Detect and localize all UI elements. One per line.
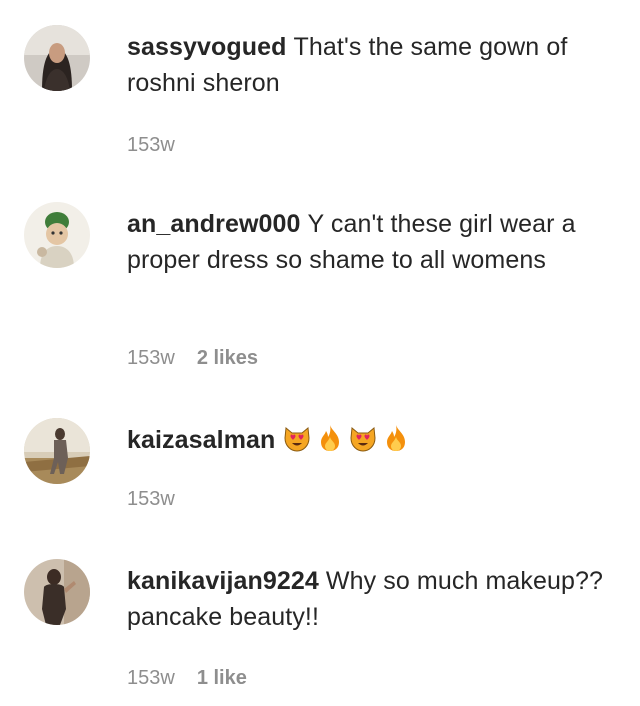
comment-meta: 153w 2 likes [127, 346, 258, 370]
fire-icon [381, 423, 411, 453]
comment-body: kaizasalman [127, 422, 617, 458]
comment-username[interactable]: sassyvogued [127, 33, 287, 61]
comment-body: sassyvogued That's the same gown of roshn… [127, 29, 617, 101]
comment-username[interactable]: an_andrew000 [127, 210, 301, 238]
comment-meta: 153w 1 like [127, 666, 247, 690]
comment-username[interactable]: kaizasalman [127, 426, 275, 454]
avatar[interactable] [24, 202, 90, 268]
comment-timestamp[interactable]: 153w [127, 347, 175, 369]
comment-likes-count[interactable]: 1 like [197, 667, 247, 689]
heart-eyes-cat-icon [282, 423, 312, 453]
comment-timestamp[interactable]: 153w [127, 134, 175, 156]
comment-meta: 153w [127, 133, 175, 157]
comment-timestamp[interactable]: 153w [127, 488, 175, 510]
avatar[interactable] [24, 25, 90, 91]
comment-username[interactable]: kanikavijan9224 [127, 567, 319, 595]
comment-body: an_andrew000 Y can't these girl wear a pr… [127, 206, 617, 278]
avatar[interactable] [24, 418, 90, 484]
comment-meta: 153w [127, 487, 175, 511]
comment-likes-count[interactable]: 2 likes [197, 347, 258, 369]
avatar[interactable] [24, 559, 90, 625]
comment-timestamp[interactable]: 153w [127, 667, 175, 689]
heart-eyes-cat-icon [348, 423, 378, 453]
fire-icon [315, 423, 345, 453]
comment-body: kanikavijan9224 Why so much makeup??panca… [127, 563, 617, 635]
